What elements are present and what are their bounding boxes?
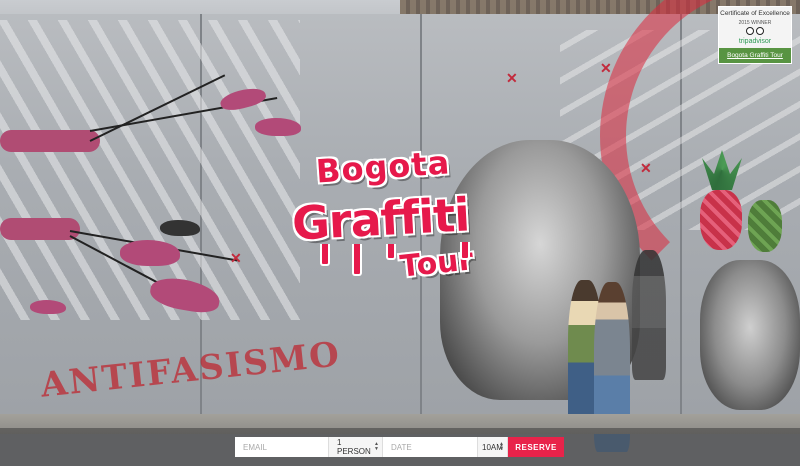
badge-link[interactable]: Bogota Graffiti Tour: [719, 48, 791, 63]
mural-soldier: [632, 250, 666, 380]
badge-year: 2015 WINNER: [738, 20, 772, 26]
select-arrows-icon: ▲ ▼: [499, 441, 504, 452]
persons-select[interactable]: 1 PERSON ▲ ▼: [329, 437, 383, 457]
spray-mark: ✕: [230, 250, 242, 266]
mural-pineapple: [700, 190, 742, 250]
select-arrows-icon: ▲ ▼: [374, 441, 379, 452]
logo-paint-drip: [386, 244, 396, 260]
badge-title: Certificate of Excellence: [720, 10, 790, 17]
logo-line-graffiti: Graffiti: [289, 186, 472, 252]
email-field[interactable]: EMAIL: [235, 437, 329, 457]
mural-arm: [0, 218, 80, 240]
email-placeholder: EMAIL: [243, 442, 268, 452]
spray-mark: ✕: [506, 70, 518, 86]
badge-brand: tripadvisor: [738, 38, 772, 45]
logo-paint-drip: [460, 242, 470, 260]
spray-mark: ✕: [600, 60, 612, 76]
mural-bird: [120, 240, 180, 266]
mural-stripes: [0, 20, 300, 320]
time-select[interactable]: 10AM ▲ ▼: [478, 437, 508, 457]
date-placeholder: DATE: [391, 442, 412, 452]
logo-paint-drip: [352, 244, 362, 276]
tripadvisor-badge[interactable]: Certificate of Excellence 2015 WINNER tr…: [718, 6, 792, 64]
date-field[interactable]: DATE: [383, 437, 478, 457]
mural-bird: [30, 300, 66, 314]
tripadvisor-owl-icon: [746, 27, 764, 37]
mural-bird: [160, 220, 200, 236]
spray-mark: ✕: [640, 160, 652, 176]
logo-line-bogota: Bogota: [313, 142, 452, 192]
persons-value: 1 PERSON: [337, 438, 371, 456]
bogota-graffiti-tour-logo: Bogota Graffiti Tour: [289, 142, 510, 298]
logo-paint-drip: [320, 244, 330, 266]
mural-woman-face: [700, 260, 800, 410]
mural-bird: [255, 118, 301, 136]
mural-arm: [0, 130, 100, 152]
booking-form: EMAIL 1 PERSON ▲ ▼ DATE 10AM ▲ ▼ RESERVE: [235, 437, 564, 457]
reserve-button[interactable]: RESERVE: [508, 437, 564, 457]
mural-grenade: [748, 200, 782, 252]
